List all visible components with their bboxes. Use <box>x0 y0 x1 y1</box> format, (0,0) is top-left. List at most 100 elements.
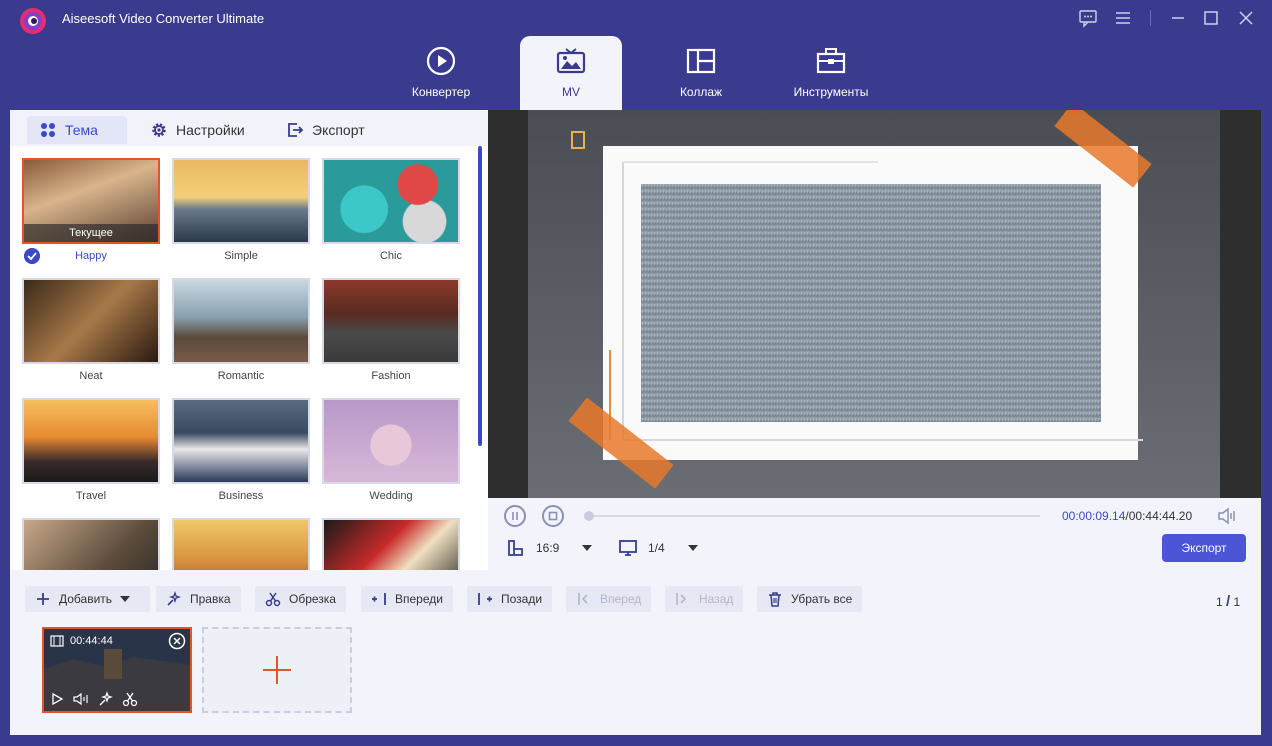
time-display: 00:00:09.14/00:44:44.20 <box>1062 509 1192 523</box>
tab-converter[interactable]: Конвертер <box>390 36 492 110</box>
volume-icon[interactable] <box>1216 506 1238 526</box>
video-preview[interactable] <box>488 110 1261 498</box>
theme-thumbnail <box>322 278 460 364</box>
theme-scrollbar[interactable] <box>478 146 482 446</box>
trim-button[interactable]: Обрезка <box>255 586 346 612</box>
theme-name: Romantic <box>217 370 265 382</box>
add-button[interactable]: Добавить <box>25 586 150 612</box>
edit-toolbar: Добавить Правка Обрезка Впереди Позади В… <box>10 570 1261 612</box>
theme-thumbnail <box>322 398 460 484</box>
converter-icon <box>426 46 456 76</box>
theme-name: Business <box>218 490 264 502</box>
edit-button[interactable]: Правка <box>156 586 241 612</box>
theme-thumbnail: Текущее <box>22 158 160 244</box>
tab-mv[interactable]: MV <box>520 36 622 110</box>
subtab-label: Экспорт <box>312 122 365 138</box>
clip-strip: 00:44:44 <box>10 612 1261 735</box>
close-icon[interactable] <box>1236 8 1256 28</box>
stop-icon <box>548 511 558 521</box>
theme-thumbnail <box>172 158 310 244</box>
theme-card-wedding[interactable]: Wedding <box>322 398 460 502</box>
scissors-icon[interactable] <box>122 691 138 707</box>
theme-card-neat[interactable]: Neat <box>22 278 160 382</box>
add-clip-button[interactable] <box>202 627 352 713</box>
add-label: Добавить <box>59 592 113 606</box>
subtab-label: Настройки <box>176 122 245 138</box>
subtab-settings[interactable]: Настройки <box>138 116 257 144</box>
ahead-button[interactable]: Впереди <box>361 586 453 612</box>
menu-icon[interactable] <box>1113 8 1133 28</box>
tab-collage[interactable]: Коллаж <box>650 36 752 110</box>
remove-all-label: Убрать все <box>791 592 853 606</box>
seek-handle[interactable] <box>584 511 594 521</box>
theme-card-romantic[interactable]: Romantic <box>172 278 310 382</box>
seek-bar[interactable] <box>588 515 1040 517</box>
clip-pager: 1 / 1 <box>1216 593 1240 610</box>
minimize-icon[interactable] <box>1168 8 1188 28</box>
theme-thumbnail <box>172 278 310 364</box>
volume-icon[interactable] <box>72 692 90 706</box>
move-backward-icon <box>676 593 687 605</box>
pause-button[interactable] <box>504 505 526 527</box>
plus-icon <box>37 593 49 605</box>
app-window: Aiseesoft Video Converter Ultimate Конве… <box>0 0 1272 746</box>
theme-card-simple[interactable]: Simple <box>172 158 310 262</box>
theme-card-business[interactable]: Business <box>172 398 310 502</box>
theme-thumbnail <box>22 518 160 570</box>
magic-wand-icon[interactable] <box>98 691 114 707</box>
tab-label: MV <box>562 85 580 99</box>
main-panel: Тема Настройки Экспорт Текущее Happy Sim… <box>10 110 1261 735</box>
stop-button[interactable] <box>542 505 564 527</box>
theme-card-row4-1[interactable] <box>22 518 160 570</box>
remove-clip-icon[interactable] <box>168 632 186 650</box>
current-time: 00:00:09.14 <box>1062 509 1126 523</box>
theme-card-fashion[interactable]: Fashion <box>322 278 460 382</box>
page-select[interactable]: 1/4 <box>648 541 665 555</box>
theme-card-happy[interactable]: Текущее Happy <box>22 158 160 264</box>
backward-button[interactable]: Назад <box>665 586 744 612</box>
edit-label: Правка <box>190 592 231 606</box>
export-icon <box>288 123 304 137</box>
theme-thumbnail <box>322 158 460 244</box>
chevron-down-icon[interactable] <box>688 545 698 551</box>
aspect-ratio-select[interactable]: 16:9 <box>536 541 559 555</box>
tab-tools[interactable]: Инструменты <box>780 36 882 110</box>
forward-button[interactable]: Вперед <box>566 586 652 612</box>
collage-icon <box>686 48 716 74</box>
tab-label: Конвертер <box>411 85 471 99</box>
checkmark-icon <box>24 248 40 264</box>
insert-before-icon <box>372 593 386 605</box>
theme-card-row4-3[interactable] <box>322 518 460 570</box>
chevron-down-icon[interactable] <box>120 596 131 602</box>
behind-button[interactable]: Позади <box>467 586 553 612</box>
tab-label: Инструменты <box>793 85 869 99</box>
theme-thumbnail <box>172 518 310 570</box>
current-badge: Текущее <box>24 224 158 242</box>
mv-icon <box>556 48 586 74</box>
insert-after-icon <box>478 593 492 605</box>
theme-card-chic[interactable]: Chic <box>322 158 460 262</box>
theme-name: Travel <box>75 490 107 502</box>
theme-name: Happy <box>75 250 107 262</box>
tab-label: Коллаж <box>679 85 723 99</box>
play-icon[interactable] <box>50 692 64 706</box>
theme-card-travel[interactable]: Travel <box>22 398 160 502</box>
feedback-icon[interactable] <box>1078 8 1098 28</box>
remove-all-button[interactable]: Убрать все <box>757 586 863 612</box>
clip-thumbnail[interactable]: 00:44:44 <box>42 627 192 713</box>
scissors-icon <box>265 592 281 607</box>
subtab-export[interactable]: Экспорт <box>274 116 377 144</box>
app-logo-icon <box>20 8 46 34</box>
total-time: 00:44:44.20 <box>1128 509 1193 523</box>
trim-label: Обрезка <box>289 592 336 606</box>
theme-card-row4-2[interactable] <box>172 518 310 570</box>
monitor-icon <box>619 540 637 556</box>
aspect-ratio-icon <box>508 540 523 556</box>
chevron-down-icon[interactable] <box>582 545 592 551</box>
preview-frame <box>488 110 1261 498</box>
maximize-icon[interactable] <box>1201 8 1221 28</box>
theme-name: Neat <box>79 370 103 382</box>
subtab-theme[interactable]: Тема <box>27 116 127 144</box>
export-button[interactable]: Экспорт <box>1162 534 1246 562</box>
playback-controls: 00:00:09.14/00:44:44.20 16:9 1/4 Экспорт <box>488 498 1261 570</box>
